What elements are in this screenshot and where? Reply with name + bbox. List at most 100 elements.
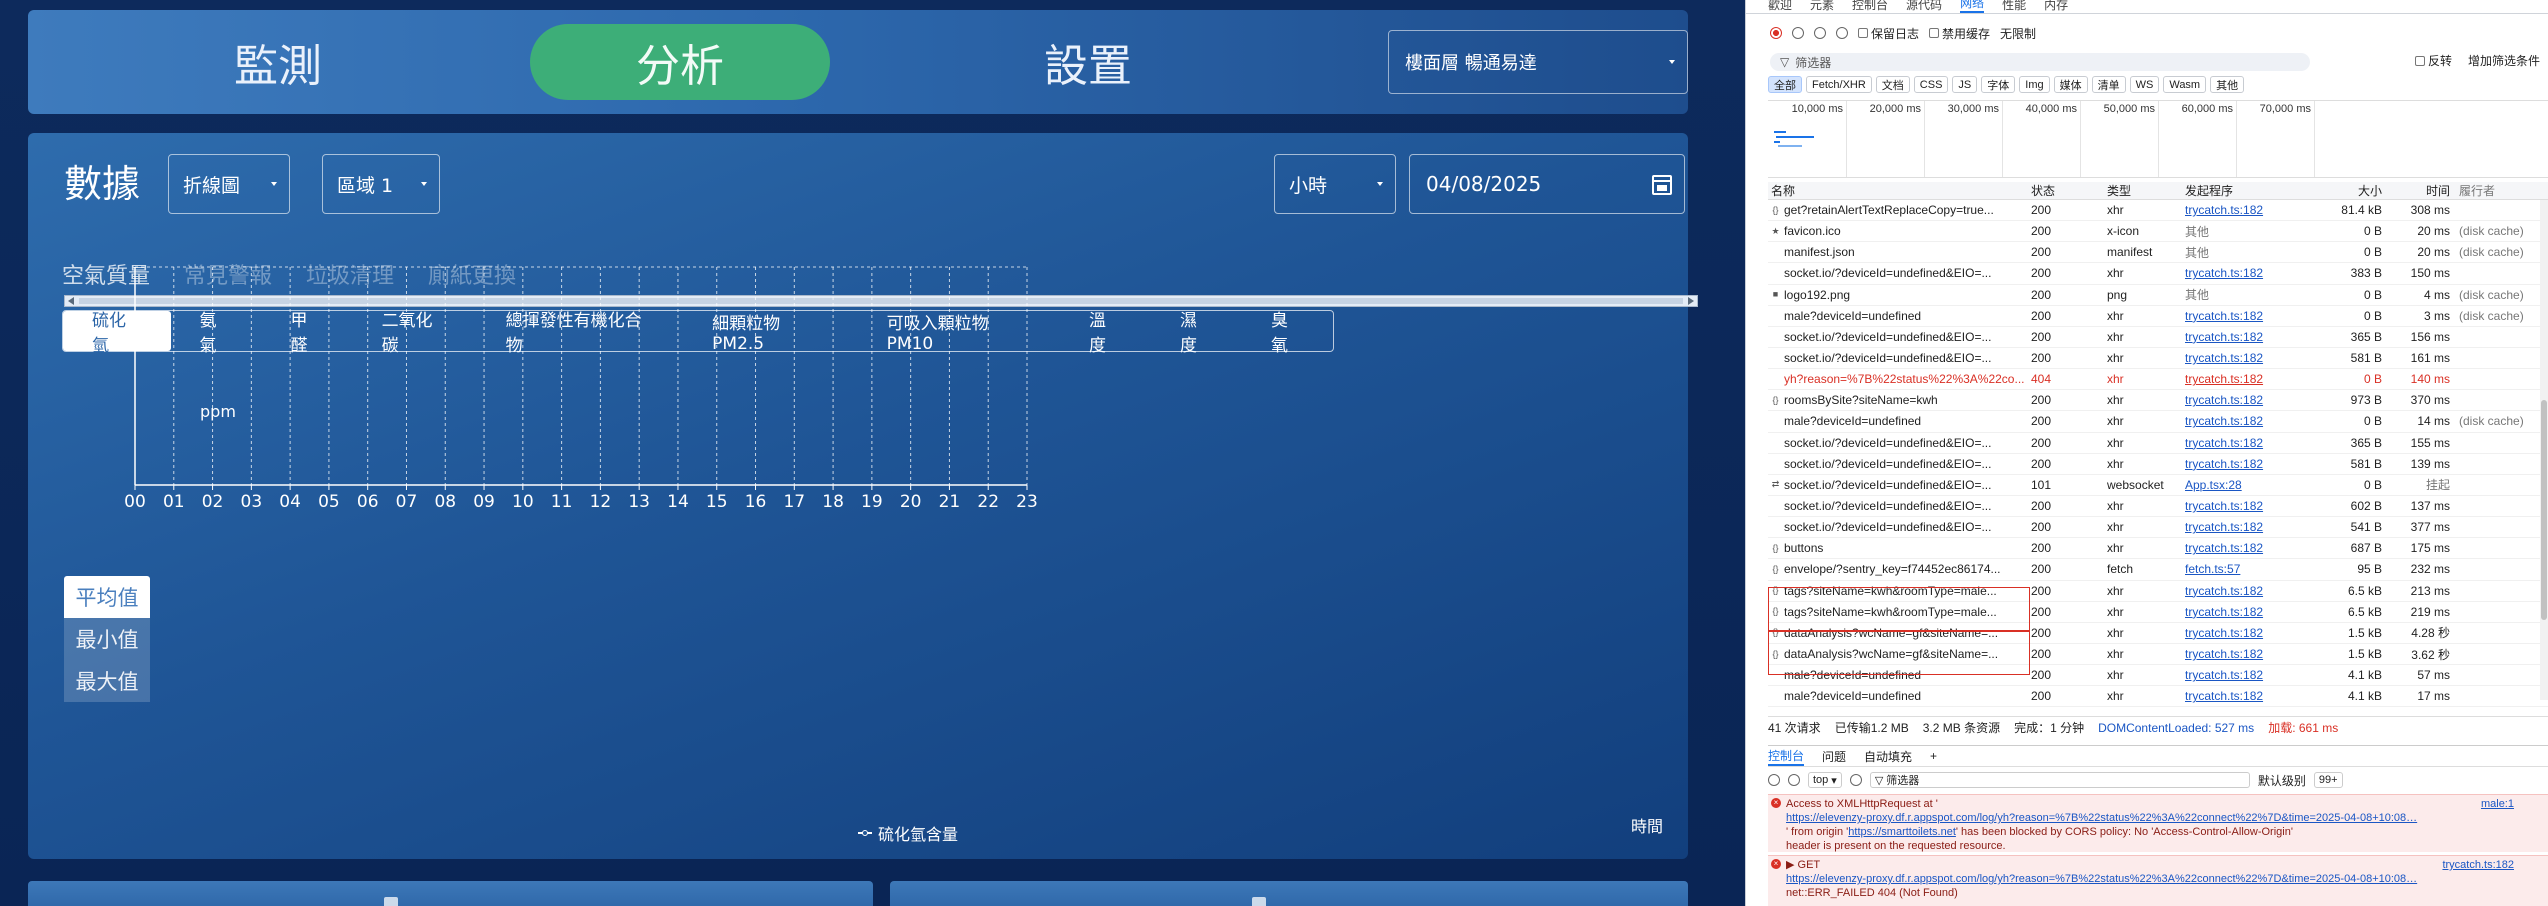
drawer-tab-autofill[interactable]: 自动填充 <box>1864 748 1912 765</box>
request-initiator[interactable]: trycatch.ts:182 <box>2182 393 2310 407</box>
column-header-type[interactable]: 类型 <box>2104 182 2182 199</box>
table-row[interactable]: {} buttons 200 xhr trycatch.ts:182 687 B 175 m… <box>1768 538 2548 560</box>
request-initiator[interactable]: App.tsx:28 <box>2182 478 2310 492</box>
column-header-size[interactable]: 大小 <box>2310 182 2392 199</box>
scroll-right-icon[interactable] <box>1688 297 1694 305</box>
table-row[interactable]: socket.io/?deviceId=undefined&EIO=... 200… <box>1768 517 2548 539</box>
request-initiator[interactable]: trycatch.ts:182 <box>2182 647 2310 661</box>
table-row[interactable]: socket.io/?deviceId=undefined&EIO=... 200… <box>1768 433 2548 454</box>
type-filter-manifest[interactable]: 清单 <box>2091 76 2126 93</box>
devtools-tab-elements[interactable]: 元素 <box>1810 0 1834 13</box>
search-icon[interactable] <box>1836 27 1848 39</box>
drawer-tab-issues[interactable]: 问题 <box>1822 748 1846 765</box>
request-initiator[interactable]: trycatch.ts:182 <box>2182 203 2310 217</box>
table-row[interactable]: male?deviceId=undefined 200 xhr trycatch.ts… <box>1768 411 2548 433</box>
log-level-select[interactable]: 默认级别 <box>2258 772 2306 789</box>
type-filter-ws[interactable]: WS <box>2129 76 2160 93</box>
console-message-text[interactable]: ▶ GET <box>1786 858 2518 872</box>
type-filter-font[interactable]: 字体 <box>1981 76 2016 93</box>
invert-checkbox[interactable]: 反转 <box>2414 52 2452 69</box>
table-row[interactable]: yh?reason=%7B%22status%22%3A%22co... 404 x… <box>1768 369 2548 391</box>
request-initiator[interactable]: trycatch.ts:182 <box>2182 414 2310 428</box>
add-tab-icon[interactable]: + <box>1930 749 1937 763</box>
request-initiator[interactable]: trycatch.ts:182 <box>2182 689 2310 703</box>
table-row[interactable]: socket.io/?deviceId=undefined&EIO=... 200… <box>1768 496 2548 518</box>
request-initiator[interactable]: trycatch.ts:182 <box>2182 330 2310 344</box>
sidebar-toggle-icon[interactable] <box>1768 774 1780 786</box>
stat-average-button[interactable]: 平均值 <box>64 576 150 618</box>
devtools-tab-sources[interactable]: 源代码 <box>1906 0 1942 13</box>
type-filter-js[interactable]: JS <box>1952 76 1978 93</box>
chart-legend[interactable]: 硫化氫含量 <box>858 821 958 845</box>
tab-monitor[interactable]: 監測 <box>28 24 528 100</box>
table-row[interactable]: manifest.json 200 manifest 其他 0 B 20 ms (disk … <box>1768 242 2548 264</box>
origin-link[interactable]: https://smarttoilets.net <box>1848 826 1956 838</box>
console-filter-input[interactable]: ▽ 筛选器 <box>1869 772 2250 788</box>
type-filter-other[interactable]: 其他 <box>2210 76 2245 93</box>
network-overview-timeline[interactable]: 10,000 ms 20,000 ms 30,000 ms 40,000 ms 50,0… <box>1768 100 2548 178</box>
table-row[interactable]: ■ logo192.png 200 png 其他 0 B 4 ms (disk cache) <box>1768 285 2548 306</box>
type-filter-img[interactable]: Img <box>2019 76 2050 93</box>
table-row[interactable]: {} roomsBySite?siteName=kwh 200 xhr trycatch… <box>1768 390 2548 412</box>
table-row[interactable]: socket.io/?deviceId=undefined&EIO=... 200… <box>1768 263 2548 285</box>
request-initiator[interactable]: fetch.ts:57 <box>2182 562 2310 576</box>
context-select[interactable]: top ▾ <box>1808 772 1842 788</box>
request-initiator[interactable]: trycatch.ts:182 <box>2182 436 2310 450</box>
table-row[interactable]: socket.io/?deviceId=undefined&EIO=... 200… <box>1768 327 2548 348</box>
request-initiator[interactable]: trycatch.ts:182 <box>2182 266 2310 280</box>
type-filter-fetch-xhr[interactable]: Fetch/XHR <box>1806 76 1872 93</box>
record-icon[interactable] <box>1770 27 1782 39</box>
request-initiator[interactable]: trycatch.ts:182 <box>2182 457 2310 471</box>
console-url-link[interactable]: https://elevenzy-proxy.df.r.appspot.com/… <box>1786 811 2518 825</box>
tab-analysis[interactable]: 分析 <box>530 24 830 100</box>
tab-settings[interactable]: 設置 <box>888 24 1288 100</box>
type-filter-wasm[interactable]: Wasm <box>2163 76 2207 93</box>
table-row[interactable]: male?deviceId=undefined 200 xhr trycatch.ts… <box>1768 306 2548 327</box>
devtools-tab-welcome[interactable]: 歡迎 <box>1768 0 1792 13</box>
column-header-time[interactable]: 时间 <box>2392 182 2456 199</box>
table-row[interactable]: socket.io/?deviceId=undefined&EIO=... 200… <box>1768 348 2548 370</box>
type-filter-media[interactable]: 媒体 <box>2053 76 2088 93</box>
stat-min-button[interactable]: 最小值 <box>64 618 150 660</box>
network-filter-input[interactable]: ▽ 筛选器 <box>1770 53 2310 71</box>
devtools-tab-console[interactable]: 控制台 <box>1852 0 1888 13</box>
request-initiator[interactable]: trycatch.ts:182 <box>2182 626 2310 640</box>
type-filter-css[interactable]: CSS <box>1913 76 1949 93</box>
eye-icon[interactable] <box>1849 774 1862 786</box>
request-initiator[interactable]: trycatch.ts:182 <box>2182 584 2310 598</box>
column-header-fulfilled-by[interactable]: 履行者 <box>2456 182 2548 199</box>
filter-icon[interactable] <box>1814 27 1826 39</box>
drawer-tab-console[interactable]: 控制台 <box>1768 746 1805 766</box>
table-row[interactable]: socket.io/?deviceId=undefined&EIO=... 200… <box>1768 454 2548 475</box>
devtools-tab-memory[interactable]: 内存 <box>2044 0 2068 13</box>
column-header-status[interactable]: 状态 <box>2028 182 2104 199</box>
more-filters-button[interactable]: 增加筛选条件 <box>2468 52 2540 69</box>
request-initiator[interactable]: trycatch.ts:182 <box>2182 372 2310 386</box>
site-select[interactable]: 樓面層 暢通易達 <box>1388 30 1688 94</box>
table-row[interactable]: ⇄ socket.io/?deviceId=undefined&EIO=... 10… <box>1768 475 2548 496</box>
console-source-link[interactable]: trycatch.ts:182 <box>2442 858 2514 872</box>
devtools-tab-performance[interactable]: 性能 <box>2002 0 2026 13</box>
request-initiator[interactable]: trycatch.ts:182 <box>2182 605 2310 619</box>
throttle-select[interactable]: 无限制 <box>2000 25 2036 42</box>
table-row[interactable]: {} get?retainAlertTextReplaceCopy=true...… <box>1768 200 2548 222</box>
table-row[interactable]: ★ favicon.ico 200 x-icon 其他 0 B 20 ms (disk cac… <box>1768 221 2548 243</box>
request-initiator[interactable]: trycatch.ts:182 <box>2182 499 2310 513</box>
issues-counter[interactable]: 99+ <box>2313 772 2343 788</box>
clear-console-icon[interactable] <box>1788 774 1800 786</box>
request-initiator[interactable]: trycatch.ts:182 <box>2182 351 2310 365</box>
request-initiator[interactable]: trycatch.ts:182 <box>2182 541 2310 555</box>
clear-icon[interactable] <box>1792 27 1804 39</box>
request-initiator[interactable]: trycatch.ts:182 <box>2182 668 2310 682</box>
type-filter-doc[interactable]: 文档 <box>1875 76 1910 93</box>
preserve-log-checkbox[interactable]: 保留日志 <box>1858 25 1919 42</box>
column-header-initiator[interactable]: 发起程序 <box>2182 182 2310 199</box>
table-scrollbar[interactable] <box>2540 200 2548 700</box>
column-header-name[interactable]: 名称 <box>1768 182 2028 199</box>
table-row[interactable]: male?deviceId=undefined 200 xhr trycatch.ts… <box>1768 686 2548 708</box>
disable-cache-checkbox[interactable]: 禁用缓存 <box>1929 25 1990 42</box>
devtools-tab-network[interactable]: 网络 <box>1960 0 1985 13</box>
stat-max-button[interactable]: 最大值 <box>64 660 150 702</box>
table-row[interactable]: {} envelope/?sentry_key=f74452ec86174... 2… <box>1768 559 2548 581</box>
console-url-link[interactable]: https://elevenzy-proxy.df.r.appspot.com/… <box>1786 872 2518 886</box>
